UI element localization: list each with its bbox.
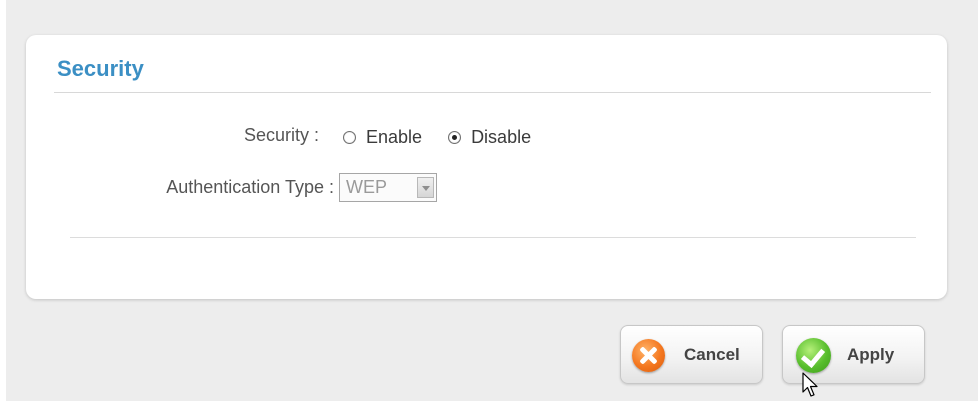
security-enable-option[interactable]: Enable bbox=[343, 127, 422, 148]
checkmark-circle-icon bbox=[796, 338, 831, 373]
security-label-cell: Security : bbox=[26, 125, 319, 149]
security-enable-radio[interactable] bbox=[343, 130, 356, 144]
chevron-down-icon[interactable] bbox=[417, 177, 434, 198]
cancel-label: Cancel bbox=[684, 345, 740, 364]
cancel-button[interactable]: Cancel bbox=[620, 325, 763, 384]
form-divider bbox=[70, 237, 916, 238]
security-disable-option[interactable]: Disable bbox=[448, 127, 531, 148]
auth-type-select[interactable]: WEP bbox=[339, 173, 437, 202]
auth-type-label: Authentication Type : bbox=[166, 177, 334, 197]
security-disable-radio[interactable] bbox=[448, 130, 462, 144]
auth-type-value: WEP bbox=[346, 177, 388, 197]
security-panel: Security Security : Enable Disable Authe… bbox=[26, 35, 947, 299]
mouse-pointer-icon bbox=[802, 372, 818, 397]
x-circle-icon bbox=[632, 339, 665, 372]
page-edge bbox=[0, 0, 6, 401]
panel-title: Security bbox=[57, 56, 144, 81]
title-divider bbox=[54, 92, 931, 93]
security-label: Security : bbox=[243, 125, 319, 145]
security-disable-label: Disable bbox=[471, 126, 532, 147]
security-enable-label: Enable bbox=[366, 126, 423, 147]
security-radio-group: Enable Disable bbox=[343, 124, 557, 150]
auth-type-label-cell: Authentication Type : bbox=[26, 177, 334, 201]
apply-label: Apply bbox=[847, 345, 895, 364]
